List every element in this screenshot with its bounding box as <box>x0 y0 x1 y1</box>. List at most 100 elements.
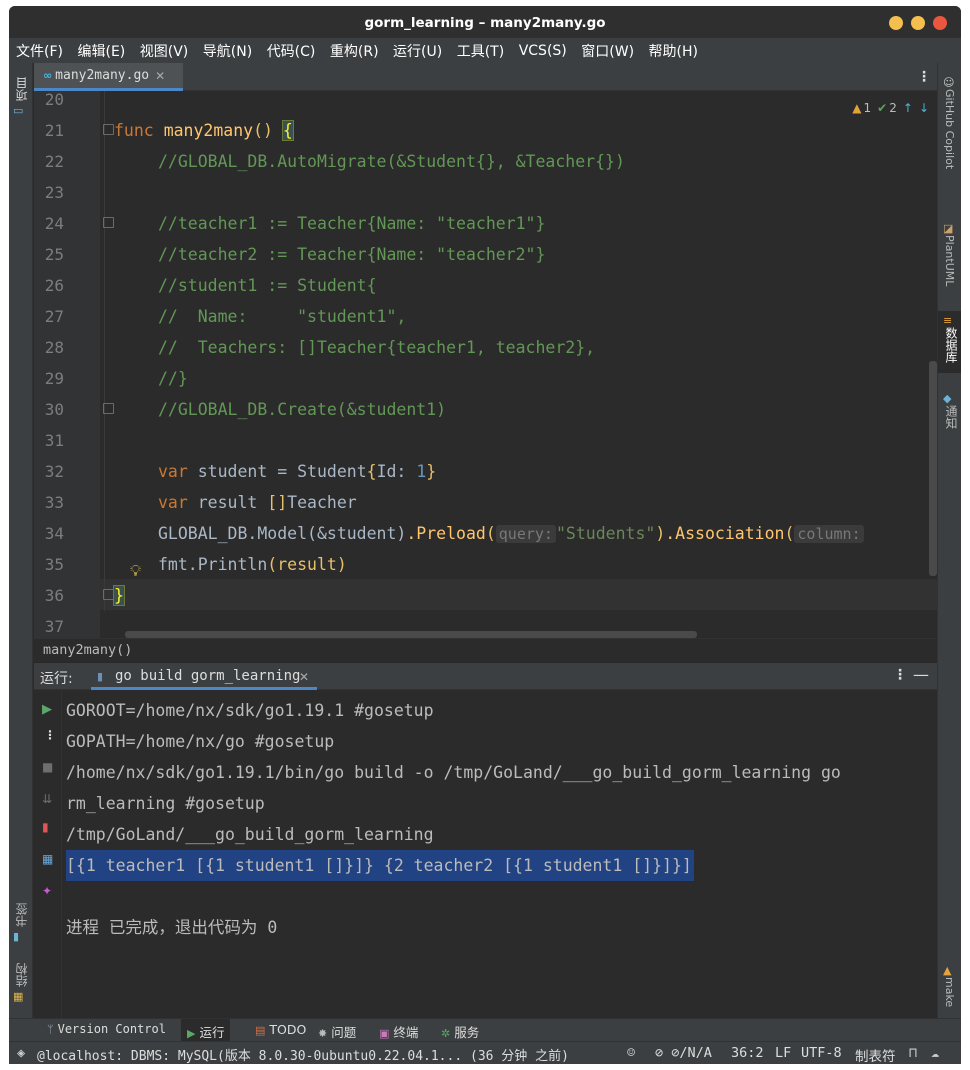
code-line: //student1 := Student{ <box>158 276 377 295</box>
cloud-icon[interactable]: ☁ <box>931 1045 939 1061</box>
weak-warning-icon: ✔ <box>877 101 888 115</box>
menu-run[interactable]: 运行(U) <box>393 41 442 61</box>
console-output[interactable]: GOROOT=/home/nx/sdk/go1.19.1 #gosetup GO… <box>62 690 937 1018</box>
more-tabs-icon[interactable]: ⋮ <box>917 69 931 85</box>
code-line: GLOBAL_DB.Model(&student).Preload(query:… <box>158 518 864 549</box>
run-config-tab[interactable]: ▮ go build gorm_learning ✕ <box>91 663 317 690</box>
indent-setting[interactable]: 制表符 <box>855 1045 896 1064</box>
layout-icon[interactable]: ▦ <box>42 852 53 866</box>
vcs-status[interactable]: ⊘ ⊘/N/A <box>655 1045 712 1061</box>
terminal-tool-button[interactable]: ▣ 终端 <box>379 1022 418 1041</box>
code-close-brace: } <box>113 585 125 606</box>
code-editor[interactable]: 20 21 22 23 24 25 26 27 28 29 30 31 32 3… <box>34 91 937 638</box>
code-text: student = Student <box>187 462 367 481</box>
layers-icon[interactable]: ◈ <box>17 1045 25 1061</box>
scroll-to-end-icon[interactable]: ⇊ <box>42 792 52 806</box>
right-tool-strip: ☺ GitHub Copilot ◪ PlantUML ≡ 数据库 ◆ 通知 ▲… <box>937 63 961 1018</box>
services-label: 服务 <box>454 1025 480 1040</box>
problems-tool-button[interactable]: ✸ 问题 <box>318 1022 356 1041</box>
lock-icon[interactable]: ⊓ <box>909 1045 917 1061</box>
version-control-button[interactable]: ᛘ Version Control <box>47 1022 166 1036</box>
minimize-button[interactable] <box>889 16 903 30</box>
minimize-panel-icon[interactable]: — <box>913 665 929 684</box>
line-number: 34 <box>44 524 64 543</box>
structure-tool-button[interactable]: 结构 ▦ <box>13 963 30 1003</box>
todo-tool-button[interactable]: ▤ TODO <box>255 1022 306 1037</box>
services-tool-button[interactable]: ✲ 服务 <box>441 1022 479 1041</box>
editor-tab[interactable]: ∞ many2many.go ✕ <box>34 63 183 91</box>
rerun-icon[interactable]: ▶ <box>42 702 52 717</box>
line-number: 23 <box>44 183 64 202</box>
pin-icon[interactable]: ✦ <box>42 884 52 898</box>
fold-marker[interactable] <box>103 217 114 228</box>
fold-marker[interactable] <box>103 124 114 135</box>
menu-view[interactable]: 视图(V) <box>140 41 189 61</box>
close-run-tab-icon[interactable]: ✕ <box>299 670 309 684</box>
structure-label: 结构 <box>15 963 29 987</box>
database-icon: ≡ <box>943 314 953 327</box>
menu-file[interactable]: 文件(F) <box>16 41 63 61</box>
clear-console-icon[interactable]: ▮ <box>42 820 49 834</box>
next-highlight-icon[interactable]: ↓ <box>919 101 929 115</box>
horizontal-scrollbar[interactable] <box>125 631 697 638</box>
console-line: rm_learning #gosetup <box>66 794 265 813</box>
fold-marker[interactable] <box>103 403 114 414</box>
project-tool-button[interactable]: 项目 ▭ <box>13 77 30 117</box>
run-icon: ▶ <box>187 1027 196 1040</box>
make-tool-button[interactable]: ▲ make <box>943 965 956 1011</box>
plantuml-tool-button[interactable]: ◪ PlantUML <box>943 223 956 290</box>
maximize-button[interactable] <box>911 16 925 30</box>
prev-highlight-icon[interactable]: ↑ <box>903 101 913 115</box>
breadcrumb-item[interactable]: many2many() <box>43 642 132 658</box>
run-tool-button[interactable]: ▶ 运行 <box>181 1019 231 1041</box>
fold-marker[interactable] <box>103 589 114 600</box>
code-line: func many2many() { <box>114 115 294 146</box>
line-number: 22 <box>44 152 64 171</box>
problems-icon: ✸ <box>318 1027 328 1040</box>
code-brace: { <box>366 462 377 481</box>
todo-icon: ▤ <box>255 1024 266 1037</box>
close-tab-icon[interactable]: ✕ <box>155 69 165 83</box>
copilot-icon: ☺ <box>943 76 955 89</box>
file-encoding[interactable]: UTF-8 <box>801 1045 842 1061</box>
problems-label: 问题 <box>331 1025 357 1040</box>
copilot-status-icon[interactable]: ☺ <box>627 1045 635 1061</box>
run-options-icon[interactable]: ⋮ <box>893 667 907 683</box>
console-exit-line: 进程 已完成，退出代码为 0 <box>66 918 278 937</box>
left-tool-strip: 项目 ▭ 书签 ▮ 结构 ▦ <box>9 63 33 1018</box>
menu-vcs[interactable]: VCS(S) <box>519 43 567 59</box>
menu-code[interactable]: 代码(C) <box>267 41 316 61</box>
db-connection-status[interactable]: @localhost: DBMS: MySQL(版本 8.0.30-0ubunt… <box>37 1045 569 1064</box>
current-line-highlight <box>100 579 937 610</box>
lightbulb-icon[interactable]: 💡︎ <box>130 561 141 581</box>
vertical-scrollbar[interactable] <box>929 361 937 576</box>
menu-navigate[interactable]: 导航(N) <box>203 41 252 61</box>
param-hint: query: <box>495 525 556 543</box>
menu-help[interactable]: 帮助(H) <box>649 41 698 61</box>
plantuml-label: PlantUML <box>943 235 956 287</box>
line-separator[interactable]: LF <box>775 1045 791 1061</box>
menu-window[interactable]: 窗口(W) <box>581 41 634 61</box>
inspection-indicators[interactable]: ▲ 1 ✔ 2 ↑ ↓ <box>852 101 929 115</box>
menu-edit[interactable]: 编辑(E) <box>77 41 125 61</box>
menu-refactor[interactable]: 重构(R) <box>330 41 379 61</box>
database-tool-button[interactable]: ≡ 数据库 <box>938 311 961 373</box>
go-build-icon: ▮ <box>97 670 104 683</box>
stop-icon[interactable]: ■ <box>42 760 53 774</box>
code-line: //GLOBAL_DB.AutoMigrate(&Student{}, &Tea… <box>158 152 625 171</box>
copilot-tool-button[interactable]: ☺ GitHub Copilot <box>943 77 956 173</box>
line-number: 36 <box>44 586 64 605</box>
close-button[interactable] <box>933 16 947 30</box>
go-file-icon: ∞ <box>43 69 53 82</box>
code-func-name: many2many <box>163 121 254 140</box>
console-line: /tmp/GoLand/___go_build_gorm_learning <box>66 825 434 844</box>
make-icon: ▲ <box>943 964 952 977</box>
menu-tools[interactable]: 工具(T) <box>457 41 504 61</box>
weak-warning-count: 2 <box>889 101 897 115</box>
caret-position[interactable]: 36:2 <box>731 1045 764 1061</box>
notifications-tool-button[interactable]: ◆ 通知 <box>943 393 960 433</box>
more-actions-icon[interactable]: ⋮ <box>44 728 56 742</box>
code-string: "Students" <box>555 524 656 543</box>
bookmarks-tool-button[interactable]: 书签 ▮ <box>13 903 30 943</box>
project-label: 项目 <box>15 77 29 101</box>
